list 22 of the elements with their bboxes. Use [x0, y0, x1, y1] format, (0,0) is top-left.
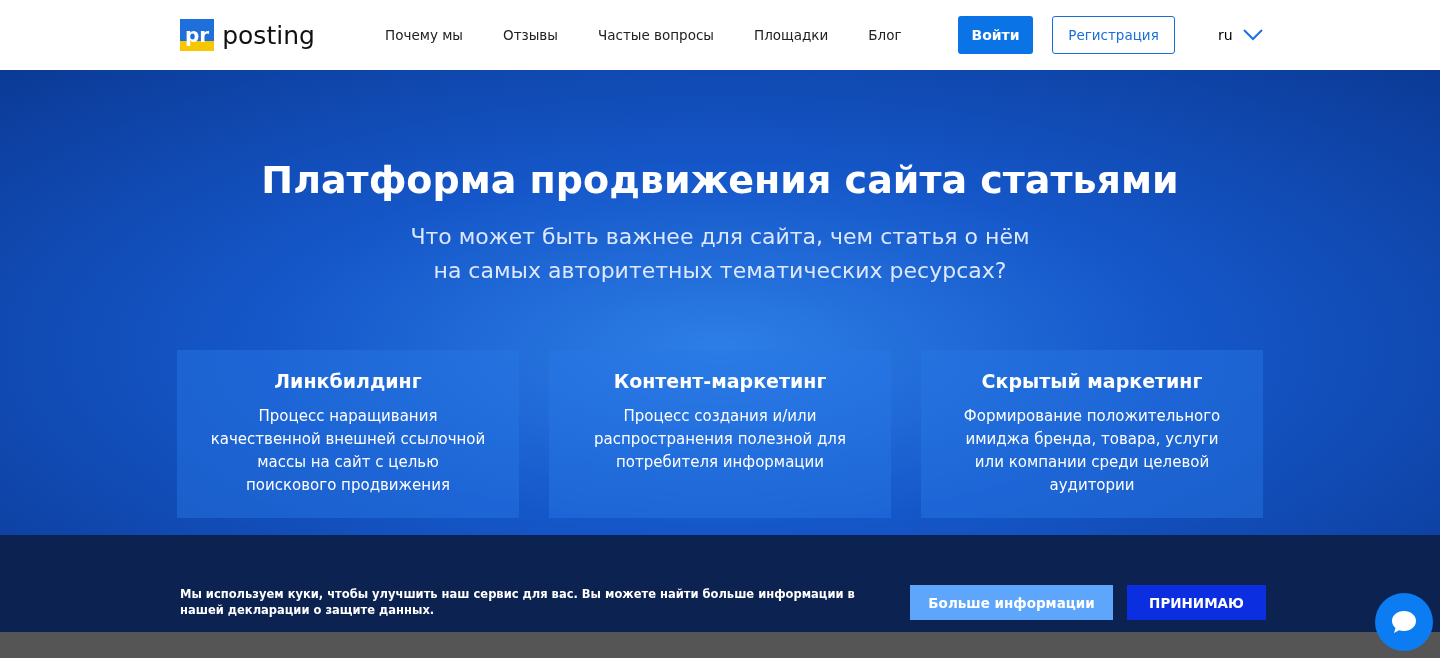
chevron-down-icon[interactable]	[1242, 29, 1263, 41]
hero-subtitle-line: Что может быть важнее для сайта, чем статья о нём	[410, 223, 1030, 251]
card-title: Скрытый маркетинг	[980, 370, 1204, 392]
accept-button[interactable]: ПРИНИМАЮ	[1127, 585, 1266, 620]
nav-link[interactable]: Частые вопросы	[597, 27, 714, 43]
nav-link[interactable]: Почему мы	[385, 27, 463, 43]
nav-link[interactable]: Блог	[868, 27, 902, 43]
hero-subtitle-line: на самых авторитетных тематических ресурсах?	[432, 257, 1008, 285]
logo-text[interactable]: posting	[222, 20, 315, 50]
register-button[interactable]: Регистрация	[1052, 16, 1175, 54]
login-button[interactable]: Войти	[958, 16, 1033, 54]
logo-mark[interactable]: pr	[180, 19, 215, 51]
nav-link[interactable]: Площадки	[754, 27, 829, 43]
card-text: Процесс наращивания качественной внешней ссылочной массы на сайт с целью поискового продвижения	[210, 406, 486, 496]
card-title: Контент-маркетинг	[612, 370, 828, 392]
cookie-text: Мы используем куки, чтобы улучшить наш сервис для вас. Вы можете найти больше информации в нашей декларации о защите данных.	[180, 586, 856, 619]
nav-link[interactable]: Отзывы	[503, 27, 558, 43]
card-text: Процесс создания и/или распространения полезной для потребителя информации	[593, 406, 847, 473]
hero-title: Платформа продвижения сайта статьями	[261, 158, 1179, 202]
language-label[interactable]: ru	[1218, 27, 1233, 43]
card-text: Формирование положительного имиджа бренда, товара, услуги или компании среди целевой аудитории	[962, 406, 1222, 496]
card-title: Линкбилдинг	[273, 370, 423, 392]
